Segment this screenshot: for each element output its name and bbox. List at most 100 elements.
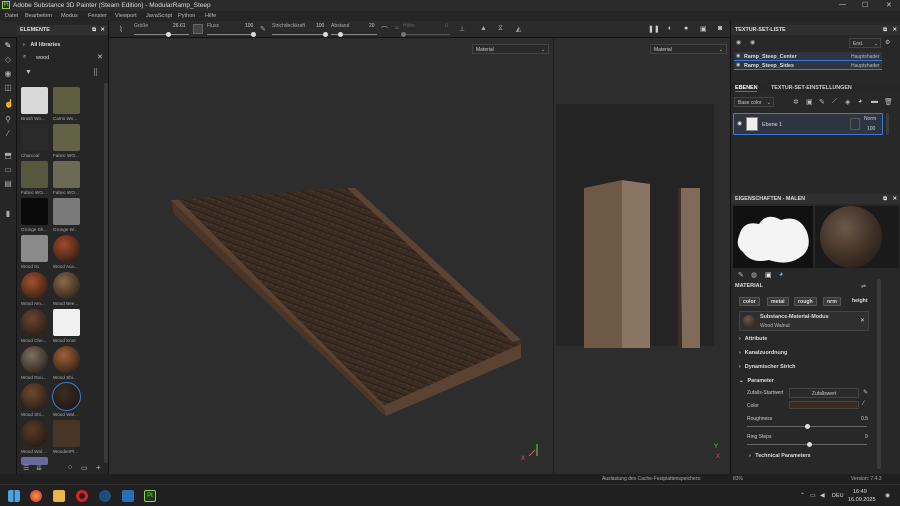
menu-window[interactable]: Fenster xyxy=(88,13,107,19)
library-breadcrumb[interactable]: › All libraries xyxy=(23,42,60,48)
layer-mask-slot[interactable] xyxy=(850,118,860,130)
color-swatch[interactable] xyxy=(789,401,859,409)
texture-set-row[interactable]: ◉ Ramp_Steep_Sides Hauptshader xyxy=(734,61,882,70)
polygon-fill-icon[interactable]: ◫ xyxy=(4,84,12,92)
stencil-tab-icon[interactable]: ▣ xyxy=(765,271,772,279)
height-slider[interactable] xyxy=(400,32,450,37)
asset-thumbnail[interactable] xyxy=(53,87,80,114)
eyedropper-icon[interactable]: ⁄ xyxy=(863,401,864,407)
paint-brush-icon[interactable]: ✎ xyxy=(4,42,12,50)
language-indicator[interactable]: DEU xyxy=(832,493,844,499)
channel-chip-metal[interactable]: metal xyxy=(767,297,789,306)
menu-edit[interactable]: Bearbeiten xyxy=(25,13,52,19)
channel-chip-nrm[interactable]: nrm xyxy=(823,297,841,306)
ramp-model[interactable]: X xyxy=(109,38,553,484)
export-icon[interactable]: ▮ xyxy=(4,210,12,218)
stroke-opacity-knob[interactable] xyxy=(322,32,328,37)
asset-thumbnail[interactable] xyxy=(21,272,48,299)
menu-file[interactable]: Datei xyxy=(5,13,18,19)
panel-close-icon[interactable]: ✕ xyxy=(100,27,105,33)
add-fill-layer-icon[interactable]: ⟋ xyxy=(832,98,837,106)
asset-thumbnail[interactable] xyxy=(21,420,48,447)
smudge-icon[interactable]: ☝ xyxy=(4,100,14,108)
menu-viewport[interactable]: Viewport xyxy=(115,13,137,19)
search-input[interactable]: wood xyxy=(36,55,49,61)
tray-chevron-icon[interactable]: ⌃ xyxy=(800,492,805,499)
close-icon[interactable]: ✕ xyxy=(886,1,892,9)
panel-menu-icon[interactable]: ⧉ xyxy=(92,27,96,34)
lazy-mouse-icon[interactable]: ⌒ xyxy=(381,25,388,35)
tab-texture-set-settings[interactable]: TEXTUR-SET-EINSTELLUNGEN xyxy=(771,85,852,91)
brush-tab-icon[interactable]: ✎ xyxy=(738,271,744,279)
delete-layer-icon[interactable]: 🗑 xyxy=(884,98,893,106)
link-icon[interactable]: ⇌ xyxy=(861,283,866,290)
texture-set-visibility-icon[interactable]: ◉ xyxy=(736,53,740,59)
substance-painter-taskbar-icon[interactable]: Pt xyxy=(144,490,156,502)
random-seed-button[interactable]: Zufallswert xyxy=(789,388,859,398)
monitor-app-icon[interactable] xyxy=(122,490,134,502)
volume-icon[interactable]: ◀ xyxy=(820,492,825,499)
technical-parameters-row[interactable]: › Technical Parameters xyxy=(749,453,811,459)
add-icon[interactable]: + xyxy=(96,463,101,472)
menu-mode[interactable]: Modus xyxy=(61,13,78,19)
align-icon[interactable]: ▲ xyxy=(480,25,487,32)
spacing-slider[interactable] xyxy=(331,32,377,37)
channel-chip-color[interactable]: color xyxy=(739,297,760,306)
section-dynamischer-strich[interactable]: › Dynamischer Strich xyxy=(739,364,795,370)
projection-icon[interactable]: ◉ xyxy=(4,70,12,78)
flow-value[interactable]: 100 xyxy=(245,23,253,29)
texture-set-shader[interactable]: Hauptshader xyxy=(851,63,880,69)
grid-view-icon[interactable]: ⣿ xyxy=(93,68,98,76)
panel-menu-icon[interactable]: ⧉ xyxy=(883,196,887,203)
add-effect-icon[interactable]: ✲ xyxy=(793,98,799,106)
layers-scrollbar[interactable] xyxy=(886,113,889,135)
bake-icon[interactable]: ⬒ xyxy=(4,152,12,160)
color-picker-icon[interactable]: ⁄ xyxy=(4,130,12,138)
channel-chip-height[interactable]: height xyxy=(849,297,871,306)
asset-thumbnail[interactable] xyxy=(21,346,48,373)
asset-thumbnail[interactable] xyxy=(21,235,48,262)
file-explorer-icon[interactable] xyxy=(53,490,65,502)
layer-visibility-icon[interactable]: ◉ xyxy=(737,120,742,127)
channel-chip-rough[interactable]: rough xyxy=(794,297,817,306)
display-icon[interactable]: ▣ xyxy=(700,25,707,33)
layer-name[interactable]: Ebene 1 xyxy=(762,122,782,128)
height-knob[interactable] xyxy=(400,32,406,37)
folder-icon[interactable]: ▭ xyxy=(81,464,88,472)
alpha-preview[interactable] xyxy=(733,206,813,268)
clone-icon[interactable]: ⚲ xyxy=(4,116,12,124)
measure-icon[interactable]: ▤ xyxy=(4,180,12,188)
asset-thumbnail[interactable] xyxy=(53,198,80,225)
asset-thumbnail[interactable] xyxy=(21,383,48,410)
eraser-icon[interactable]: ◇ xyxy=(4,56,12,64)
channel-dropdown[interactable]: Base color ⌄ xyxy=(734,97,774,107)
maximize-icon[interactable]: ☐ xyxy=(862,1,868,9)
symmetry-icon[interactable]: ⊥ xyxy=(459,25,465,33)
panel-close-icon[interactable]: ✕ xyxy=(892,196,897,202)
ring-steps-slider[interactable] xyxy=(747,442,867,447)
layer-opacity[interactable]: 100 xyxy=(867,126,875,132)
filter-icon[interactable]: ▼ xyxy=(25,69,32,76)
ring-steps-value[interactable]: 9 xyxy=(865,434,868,440)
asset-thumbnail[interactable] xyxy=(53,161,80,188)
height-value[interactable]: 0 xyxy=(445,23,448,29)
clock-time[interactable]: 16:49 xyxy=(853,489,867,495)
material-tab-icon[interactable]: ◕ xyxy=(779,271,783,278)
material-mode-box[interactable]: Substance-Material-Modus Wood Walnut ✕ xyxy=(739,311,869,331)
add-paint-layer-icon[interactable]: ✎ xyxy=(819,98,825,106)
firefox-icon[interactable] xyxy=(30,490,42,502)
flow-slider[interactable] xyxy=(207,32,256,37)
shading-icon[interactable]: ● xyxy=(684,25,688,32)
flow-knob[interactable] xyxy=(250,32,256,37)
edit-seed-icon[interactable]: ✎ xyxy=(863,389,868,396)
visibility-all-icon[interactable]: ◉ xyxy=(750,39,755,46)
panel-menu-icon[interactable]: ⧉ xyxy=(883,27,887,34)
texture-set-sort-dropdown[interactable]: Erst. ⌄ xyxy=(849,38,881,48)
texture-set-visibility-icon[interactable]: ◉ xyxy=(736,62,740,68)
mirror-icon[interactable]: ⧖ xyxy=(498,25,503,33)
brush-icon[interactable]: ⌇ xyxy=(119,25,123,34)
menu-help[interactable]: Hilfe xyxy=(205,13,216,19)
asset-thumbnail[interactable] xyxy=(21,309,48,336)
asset-thumbnail[interactable] xyxy=(52,382,81,411)
menu-javascript[interactable]: JavaScript xyxy=(146,13,172,19)
